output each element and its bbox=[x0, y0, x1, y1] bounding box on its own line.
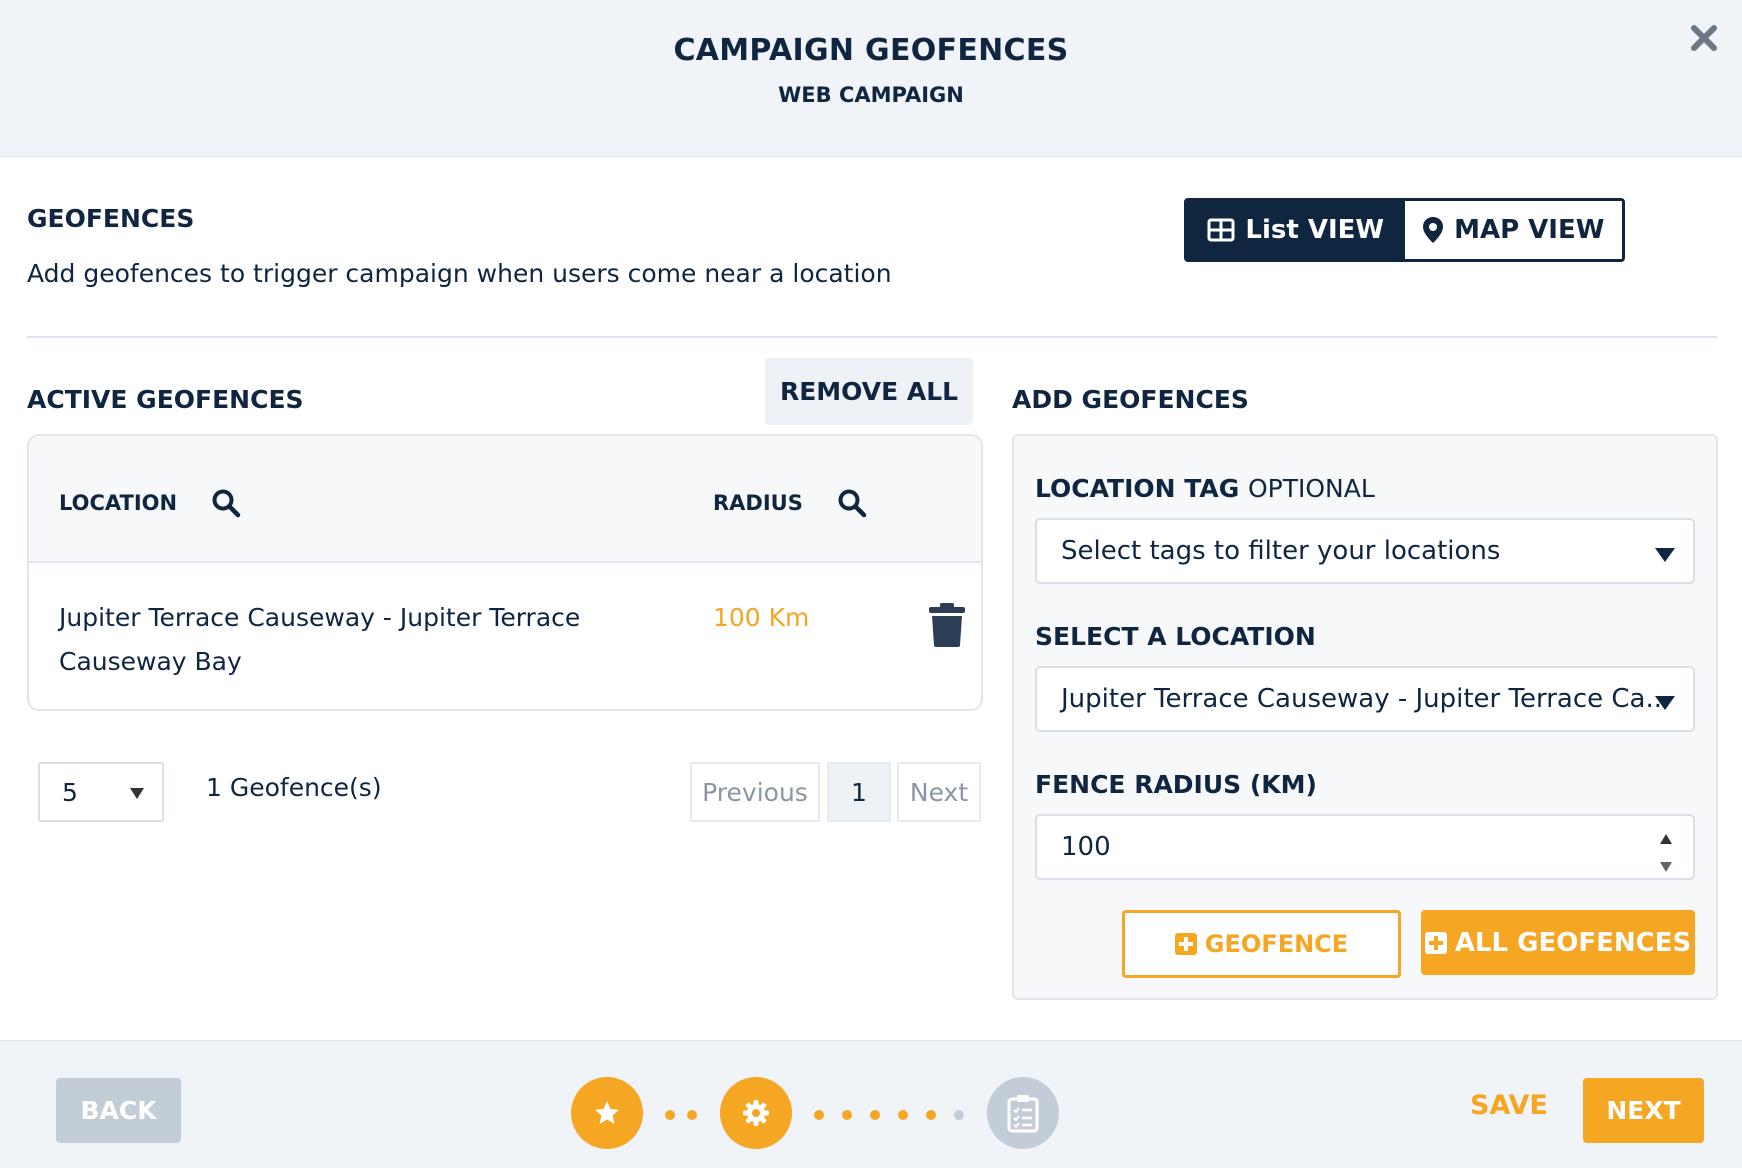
select-location-value: Jupiter Terrace Causeway - Jupiter Terra… bbox=[1061, 684, 1671, 714]
list-view-button[interactable]: List VIEW bbox=[1187, 201, 1405, 259]
clipboard-checklist-icon bbox=[1007, 1095, 1039, 1133]
step-dot bbox=[814, 1110, 824, 1120]
column-location-label: LOCATION bbox=[59, 491, 178, 515]
gear-icon bbox=[743, 1100, 769, 1126]
row-location: Jupiter Terrace Causeway - Jupiter Terra… bbox=[59, 603, 581, 676]
step-dot bbox=[898, 1110, 908, 1120]
step-dot bbox=[870, 1110, 880, 1120]
column-location: LOCATION bbox=[59, 488, 241, 518]
close-icon[interactable] bbox=[1686, 20, 1722, 56]
search-icon[interactable] bbox=[837, 488, 867, 518]
section-divider bbox=[27, 336, 1717, 338]
map-view-button[interactable]: MAP VIEW bbox=[1404, 201, 1622, 259]
caret-down-icon bbox=[1655, 548, 1675, 562]
location-tag-select[interactable]: Select tags to filter your locations bbox=[1035, 518, 1695, 584]
table-header: LOCATION RADIUS bbox=[29, 436, 981, 563]
page-size-select[interactable]: 5 bbox=[38, 762, 164, 822]
select-location-dropdown[interactable]: Jupiter Terrace Causeway - Jupiter Terra… bbox=[1035, 666, 1695, 732]
spinner-up-icon[interactable] bbox=[1660, 834, 1672, 844]
remove-all-button[interactable]: REMOVE ALL bbox=[765, 358, 973, 425]
next-button[interactable]: NEXT bbox=[1583, 1078, 1704, 1143]
caret-down-icon bbox=[1655, 696, 1675, 710]
geofence-count: 1 Geofence(s) bbox=[206, 773, 382, 802]
location-tag-optional: OPTIONAL bbox=[1247, 474, 1375, 503]
view-toggle: List VIEW MAP VIEW bbox=[1184, 198, 1625, 262]
add-geofence-button[interactable]: GEOFENCE bbox=[1122, 910, 1401, 978]
step-star[interactable] bbox=[571, 1077, 643, 1149]
fence-radius-label: FENCE RADIUS (KM) bbox=[1035, 770, 1317, 799]
geofences-description: Add geofences to trigger campaign when u… bbox=[27, 259, 892, 288]
step-dot bbox=[687, 1110, 697, 1120]
location-tag-placeholder: Select tags to filter your locations bbox=[1061, 536, 1501, 566]
fence-radius-input[interactable] bbox=[1035, 814, 1695, 880]
spinner-down-icon[interactable] bbox=[1660, 862, 1672, 872]
back-button[interactable]: BACK bbox=[56, 1078, 181, 1143]
star-icon bbox=[595, 1101, 619, 1124]
modal-header: CAMPAIGN GEOFENCES WEB CAMPAIGN bbox=[0, 0, 1742, 157]
add-geofences-title: ADD GEOFENCES bbox=[1012, 385, 1249, 414]
trash-icon[interactable] bbox=[927, 602, 967, 648]
step-dot bbox=[954, 1110, 964, 1120]
add-all-geofences-button[interactable]: ALL GEOFENCES bbox=[1421, 910, 1695, 975]
column-radius: RADIUS bbox=[713, 488, 867, 518]
geofences-title: GEOFENCES bbox=[27, 204, 195, 233]
add-all-geofences-label: ALL GEOFENCES bbox=[1454, 927, 1692, 958]
table-icon bbox=[1207, 218, 1235, 242]
active-geofences-title: ACTIVE GEOFENCES bbox=[27, 385, 304, 414]
list-view-label: List VIEW bbox=[1245, 215, 1385, 245]
search-icon[interactable] bbox=[211, 488, 241, 518]
select-location-label: SELECT A LOCATION bbox=[1035, 622, 1316, 651]
column-radius-label: RADIUS bbox=[713, 491, 803, 515]
modal-title: CAMPAIGN GEOFENCES bbox=[673, 33, 1069, 68]
step-dot bbox=[665, 1110, 675, 1120]
map-view-label: MAP VIEW bbox=[1454, 215, 1605, 245]
step-dot bbox=[926, 1110, 936, 1120]
plus-square-icon bbox=[1424, 931, 1447, 954]
plus-square-icon bbox=[1174, 933, 1197, 955]
step-review[interactable] bbox=[987, 1077, 1059, 1149]
pagination-next[interactable]: Next bbox=[897, 762, 981, 822]
location-tag-label-text: LOCATION TAG bbox=[1035, 474, 1240, 503]
add-geofence-label: GEOFENCE bbox=[1204, 930, 1349, 958]
pagination-previous[interactable]: Previous bbox=[690, 762, 820, 822]
pagination-page-1[interactable]: 1 bbox=[827, 762, 891, 822]
row-radius: 100 Km bbox=[713, 603, 810, 632]
save-button[interactable]: SAVE bbox=[1470, 1090, 1548, 1121]
active-geofences-table: LOCATION RADIUS Jupiter Terrace Causeway… bbox=[27, 434, 983, 711]
step-dot bbox=[842, 1110, 852, 1120]
chevron-down-icon bbox=[130, 788, 144, 799]
modal-subtitle: WEB CAMPAIGN bbox=[778, 83, 964, 107]
map-pin-icon bbox=[1423, 217, 1444, 243]
step-settings[interactable] bbox=[720, 1077, 792, 1149]
page-size-value: 5 bbox=[62, 777, 78, 807]
location-tag-label: LOCATION TAG OPTIONAL bbox=[1035, 474, 1375, 503]
